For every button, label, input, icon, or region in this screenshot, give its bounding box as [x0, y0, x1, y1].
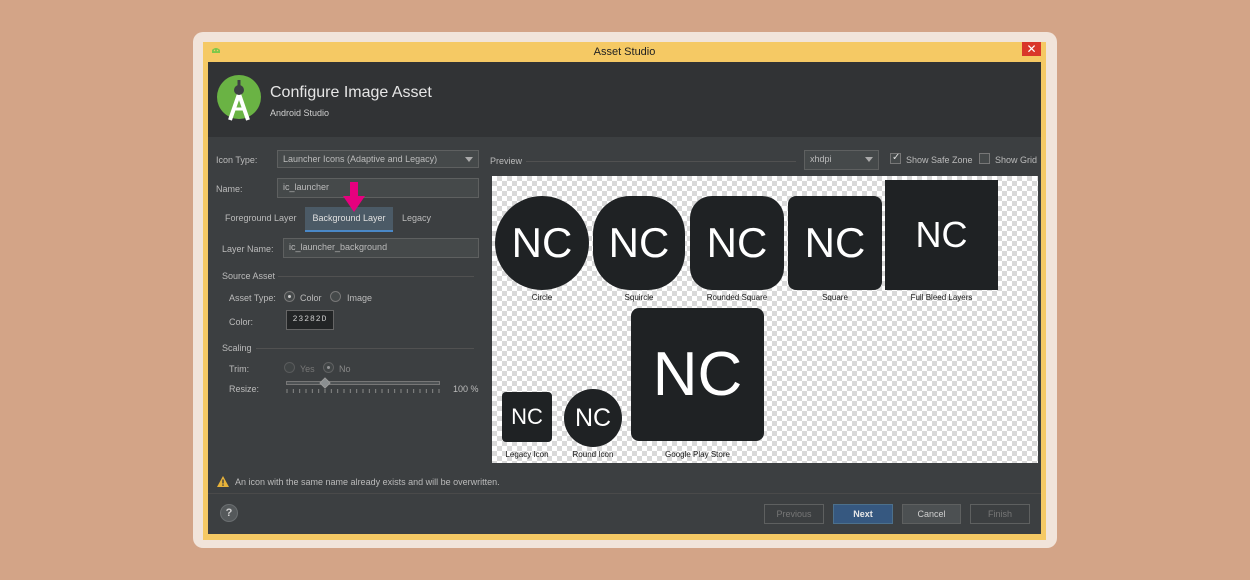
title-bar: Asset Studio ✕ [203, 42, 1046, 62]
highlight-arrow-icon [343, 182, 365, 212]
trim-no-radio[interactable] [323, 362, 334, 373]
chevron-down-icon [865, 157, 873, 162]
preview-square-icon: NC [788, 196, 882, 290]
asset-studio-window: Asset Studio ✕ Configure Image Asset And… [203, 42, 1046, 540]
density-dropdown[interactable]: xhdpi [804, 150, 879, 170]
page-subtitle: Android Studio [270, 108, 330, 118]
tab-foreground-layer[interactable]: Foreground Layer [225, 213, 297, 223]
trim-label: Trim: [229, 364, 250, 374]
warning-message: An icon with the same name already exist… [235, 477, 500, 487]
icon-type-value: Launcher Icons (Adaptive and Legacy) [283, 154, 438, 164]
preview-round-icon: NC [564, 389, 622, 447]
scaling-heading: Scaling [222, 343, 252, 353]
source-asset-divider [278, 276, 474, 277]
color-label: Color: [229, 317, 254, 327]
cancel-button[interactable]: Cancel [902, 504, 961, 524]
icon-type-dropdown[interactable]: Launcher Icons (Adaptive and Legacy) [277, 150, 479, 168]
next-button[interactable]: Next [833, 504, 893, 524]
caption-square: Square [822, 293, 848, 302]
asset-type-image-label: Image [347, 293, 373, 303]
trim-yes-radio[interactable] [284, 362, 295, 373]
preview-squircle-icon: NC [593, 196, 685, 290]
trim-yes-label: Yes [300, 364, 315, 374]
resize-slider-ticks [286, 389, 440, 393]
window-title: Asset Studio [593, 46, 656, 58]
name-input[interactable]: ic_launcher [277, 178, 479, 198]
preview-label: Preview [490, 156, 523, 166]
dialog-content: Configure Image Asset Android Studio Ico… [208, 62, 1041, 534]
name-label: Name: [216, 184, 243, 194]
finish-button[interactable]: Finish [970, 504, 1030, 524]
chevron-down-icon [465, 157, 473, 162]
caption-round-icon: Round Icon [572, 450, 614, 459]
caption-circle: Circle [531, 293, 553, 302]
tab-legacy[interactable]: Legacy [402, 213, 431, 223]
warning-icon [217, 476, 229, 487]
previous-button[interactable]: Previous [764, 504, 824, 524]
footer-divider [208, 493, 1041, 494]
show-grid-label: Show Grid [995, 155, 1038, 165]
checkmark-icon: ✓ [892, 152, 901, 163]
android-studio-logo-icon [217, 75, 261, 121]
scaling-divider [256, 348, 474, 349]
preview-divider [526, 161, 796, 162]
resize-slider[interactable] [286, 381, 440, 385]
preview-legacy-icon: NC [502, 392, 552, 442]
asset-type-label: Asset Type: [229, 293, 276, 303]
layer-name-input[interactable]: ic_launcher_background [283, 238, 479, 258]
caption-squircle: Squircle [624, 293, 654, 302]
preview-rounded-square-icon: NC [690, 196, 784, 290]
layer-name-label: Layer Name: [222, 244, 274, 254]
color-swatch[interactable]: 23282D [286, 310, 334, 330]
help-button[interactable]: ? [220, 504, 238, 522]
caption-full-bleed-layers: Full Bleed Layers [910, 293, 973, 302]
page-title: Configure Image Asset [270, 84, 432, 101]
asset-type-image-radio[interactable] [330, 291, 341, 302]
close-button[interactable]: ✕ [1022, 42, 1041, 56]
show-safe-zone-checkbox[interactable]: ✓ [890, 152, 901, 164]
asset-type-color-label: Color [300, 293, 322, 303]
caption-legacy-icon: Legacy Icon [505, 450, 549, 459]
show-grid-checkbox[interactable] [979, 153, 990, 164]
preview-full-bleed-icon: NC [885, 180, 998, 290]
caption-rounded-square: Rounded Square [706, 293, 768, 302]
icon-type-label: Icon Type: [216, 155, 258, 165]
preview-circle-icon: NC [495, 196, 589, 290]
preview-play-store-icon: NC [631, 308, 764, 441]
resize-label: Resize: [229, 384, 260, 394]
dialog-header: Configure Image Asset Android Studio [208, 62, 1041, 137]
caption-google-play-store: Google Play Store [665, 450, 730, 459]
preview-canvas: NC Circle NC Squircle NC Rounded Square … [492, 176, 1038, 463]
density-value: xhdpi [810, 154, 832, 164]
trim-no-label: No [339, 364, 351, 374]
resize-slider-thumb[interactable] [318, 377, 331, 389]
resize-value: 100 % [453, 384, 479, 394]
show-safe-zone-label: Show Safe Zone [906, 155, 973, 165]
source-asset-heading: Source Asset [222, 271, 276, 281]
asset-type-color-radio[interactable] [284, 291, 295, 302]
